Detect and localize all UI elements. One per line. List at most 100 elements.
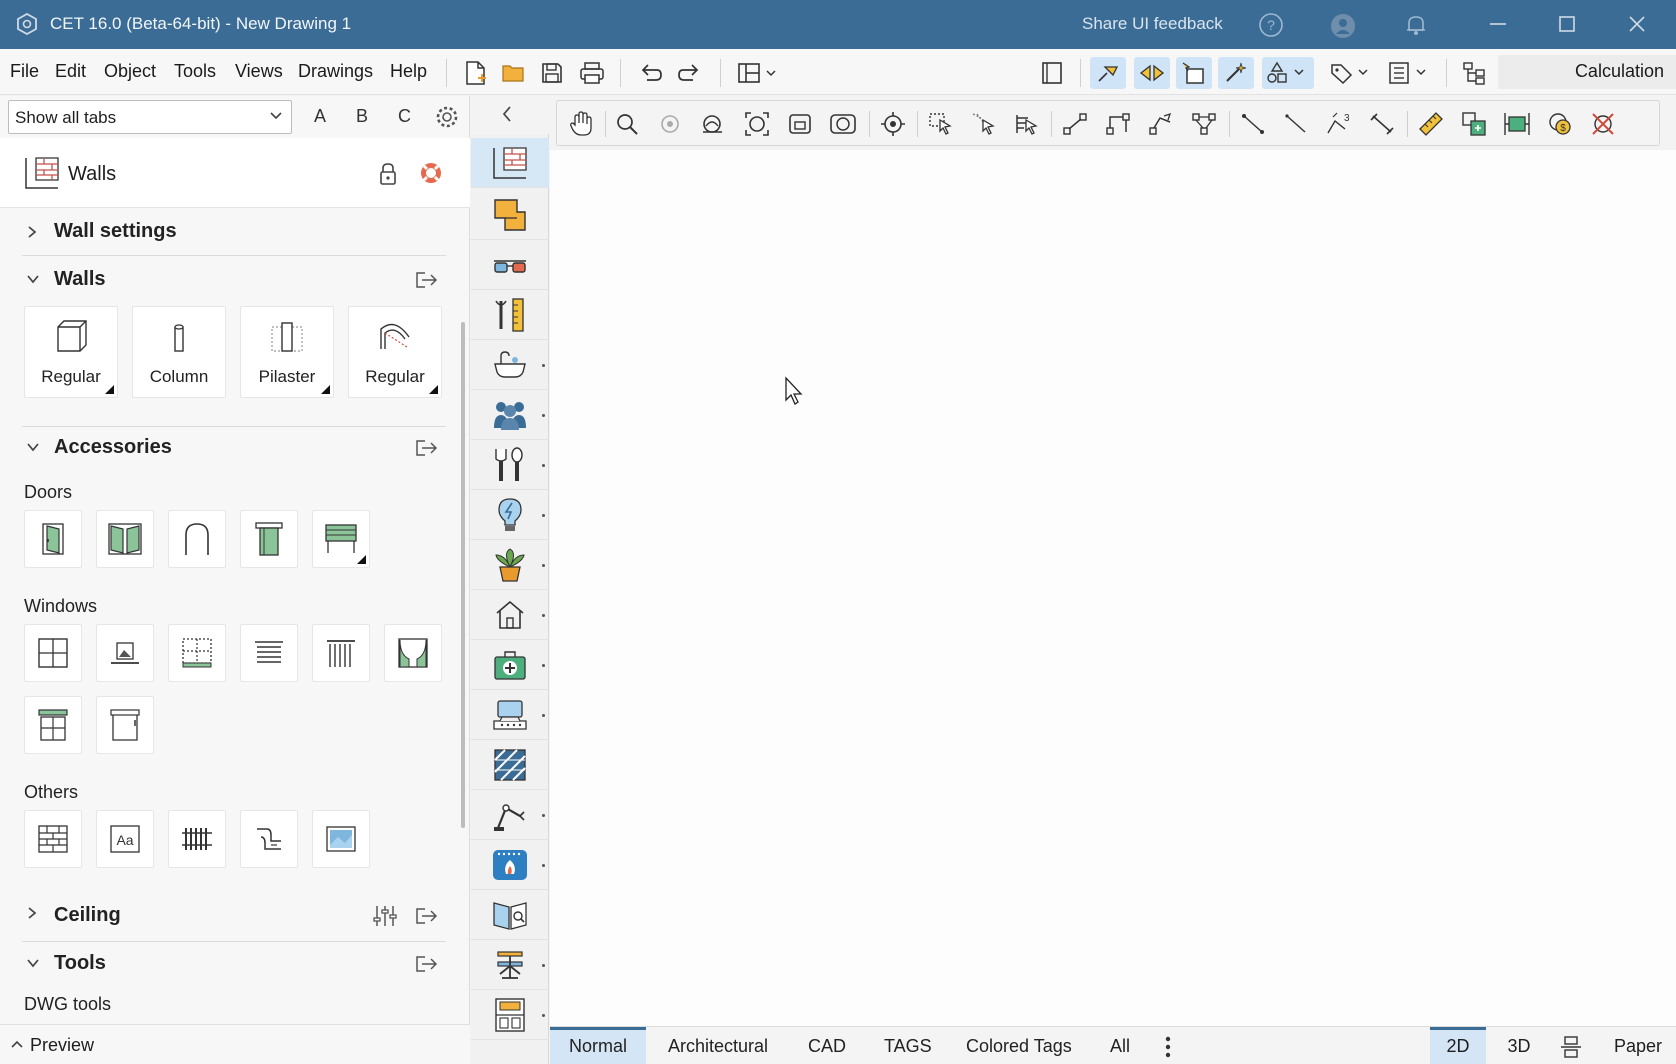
menu-drawings[interactable]: Drawings xyxy=(298,61,373,82)
calculation-button[interactable]: Calculation xyxy=(1575,61,1664,82)
view-3d[interactable]: 3D xyxy=(1494,1027,1544,1064)
minimize-button[interactable] xyxy=(1488,22,1508,26)
maximize-button[interactable] xyxy=(1558,15,1576,33)
corner-points-icon[interactable] xyxy=(1102,108,1134,140)
section-walls[interactable]: Walls xyxy=(22,268,446,302)
category-robot-arm[interactable] xyxy=(471,790,549,840)
window-tile-transom[interactable] xyxy=(24,696,82,754)
delete-cross-icon[interactable] xyxy=(1587,108,1619,140)
category-lighting[interactable] xyxy=(471,490,549,540)
category-shelving[interactable] xyxy=(471,940,549,990)
category-bathroom[interactable] xyxy=(471,340,549,390)
book-icon[interactable] xyxy=(1034,57,1070,89)
category-house[interactable] xyxy=(471,590,549,640)
tab-tags[interactable]: TAGS xyxy=(884,1027,932,1064)
help-icon[interactable]: ? xyxy=(1258,12,1284,38)
focus-target-icon[interactable] xyxy=(877,108,909,140)
category-catalog[interactable] xyxy=(471,890,549,940)
menu-object[interactable]: Object xyxy=(104,61,156,82)
share-feedback-link[interactable]: Share UI feedback xyxy=(1082,14,1223,34)
layout-dropdown-icon[interactable] xyxy=(734,57,784,89)
gear-icon[interactable] xyxy=(434,104,460,130)
other-tile-radiator[interactable] xyxy=(168,810,226,868)
preview-bar[interactable]: Preview xyxy=(0,1024,470,1064)
window-tile-dashed[interactable] xyxy=(168,624,226,682)
snap-pin-icon[interactable] xyxy=(1090,57,1126,89)
tab-all[interactable]: All xyxy=(1110,1027,1130,1064)
wall-tile-pilaster[interactable]: Pilaster xyxy=(240,306,334,398)
user-avatar-icon[interactable] xyxy=(1329,12,1357,40)
select-similar-icon[interactable] xyxy=(968,108,1000,140)
other-tile-text[interactable]: Aa xyxy=(96,810,154,868)
zoom-icon[interactable] xyxy=(611,108,643,140)
dashed-line-icon[interactable] xyxy=(1280,108,1312,140)
door-tile-single[interactable] xyxy=(24,510,82,568)
category-medical[interactable] xyxy=(471,640,549,690)
tab-cad[interactable]: CAD xyxy=(808,1027,846,1064)
shapes-dropdown-icon[interactable] xyxy=(1262,57,1314,89)
edit-points-icon[interactable] xyxy=(1145,108,1177,140)
category-plants[interactable] xyxy=(471,540,549,590)
window-tile-vertical-blinds[interactable] xyxy=(312,624,370,682)
window-tile-frame[interactable] xyxy=(96,696,154,754)
section-ceiling[interactable]: Ceiling xyxy=(22,896,446,942)
menu-file[interactable]: File xyxy=(10,61,39,82)
filter-a-button[interactable]: A xyxy=(314,106,326,127)
close-button[interactable] xyxy=(1628,15,1646,33)
select-objects-icon[interactable] xyxy=(925,108,957,140)
section-tools[interactable]: Tools xyxy=(22,952,446,986)
undo-icon[interactable] xyxy=(632,57,668,89)
notification-bell-icon[interactable] xyxy=(1404,12,1428,38)
window-tile-picture[interactable] xyxy=(96,624,154,682)
detach-icon[interactable] xyxy=(414,270,440,290)
select-text-icon[interactable] xyxy=(1011,108,1043,140)
sliders-icon[interactable] xyxy=(372,904,398,928)
category-people[interactable] xyxy=(471,390,549,440)
section-wall-settings[interactable]: Wall settings xyxy=(22,220,446,256)
menu-tools[interactable]: Tools xyxy=(174,61,216,82)
tab-architectural[interactable]: Architectural xyxy=(668,1027,768,1064)
help-lifebuoy-icon[interactable] xyxy=(418,160,444,186)
collapse-panel-icon[interactable] xyxy=(500,104,514,124)
price-tag-icon[interactable]: $ xyxy=(1544,108,1576,140)
window-tile-grid[interactable] xyxy=(24,624,82,682)
list-dropdown-icon[interactable] xyxy=(1384,57,1436,89)
polyline-3-icon[interactable]: 3 xyxy=(1323,108,1355,140)
category-fireplace[interactable] xyxy=(471,840,549,890)
window-tile-blinds[interactable] xyxy=(240,624,298,682)
detach-icon[interactable] xyxy=(414,954,440,974)
new-drawing-icon[interactable] xyxy=(458,57,494,89)
category-3d-glasses[interactable] xyxy=(471,240,549,290)
category-office[interactable] xyxy=(471,690,549,740)
wall-tile-column[interactable]: Column xyxy=(132,306,226,398)
door-tile-arch[interactable] xyxy=(168,510,226,568)
filter-c-button[interactable]: C xyxy=(398,106,411,127)
other-tile-stairs[interactable] xyxy=(240,810,298,868)
tag-dropdown-icon[interactable] xyxy=(1326,57,1378,89)
category-kitchen[interactable] xyxy=(471,440,549,490)
redo-icon[interactable] xyxy=(672,57,708,89)
zoom-extents-icon[interactable] xyxy=(741,108,773,140)
door-tile-double[interactable] xyxy=(96,510,154,568)
tab-normal[interactable]: Normal xyxy=(550,1027,646,1064)
menu-views[interactable]: Views xyxy=(235,61,283,82)
magic-wand-icon[interactable] xyxy=(1218,57,1254,89)
filter-b-button[interactable]: B xyxy=(356,106,368,127)
detach-icon[interactable] xyxy=(414,906,440,926)
connect-points-icon[interactable] xyxy=(1059,108,1091,140)
category-walls[interactable] xyxy=(471,138,549,188)
open-folder-icon[interactable] xyxy=(496,57,532,89)
section-accessories[interactable]: Accessories xyxy=(22,436,446,470)
copy-shapes-icon[interactable] xyxy=(1458,108,1490,140)
window-tile-curtains[interactable] xyxy=(384,624,442,682)
zoom-selection-icon[interactable] xyxy=(784,108,816,140)
detach-icon[interactable] xyxy=(414,438,440,458)
measure-line-icon[interactable] xyxy=(1366,108,1398,140)
menu-help[interactable]: Help xyxy=(390,61,427,82)
ruler-icon[interactable] xyxy=(1415,108,1447,140)
wall-tile-regular-curved[interactable]: Regular xyxy=(348,306,442,398)
tab-filter-select[interactable]: Show all tabs xyxy=(8,100,292,134)
door-tile-shutter[interactable] xyxy=(312,510,370,568)
more-vertical-icon[interactable] xyxy=(1164,1036,1172,1058)
view-paper[interactable]: Paper xyxy=(1606,1027,1670,1064)
